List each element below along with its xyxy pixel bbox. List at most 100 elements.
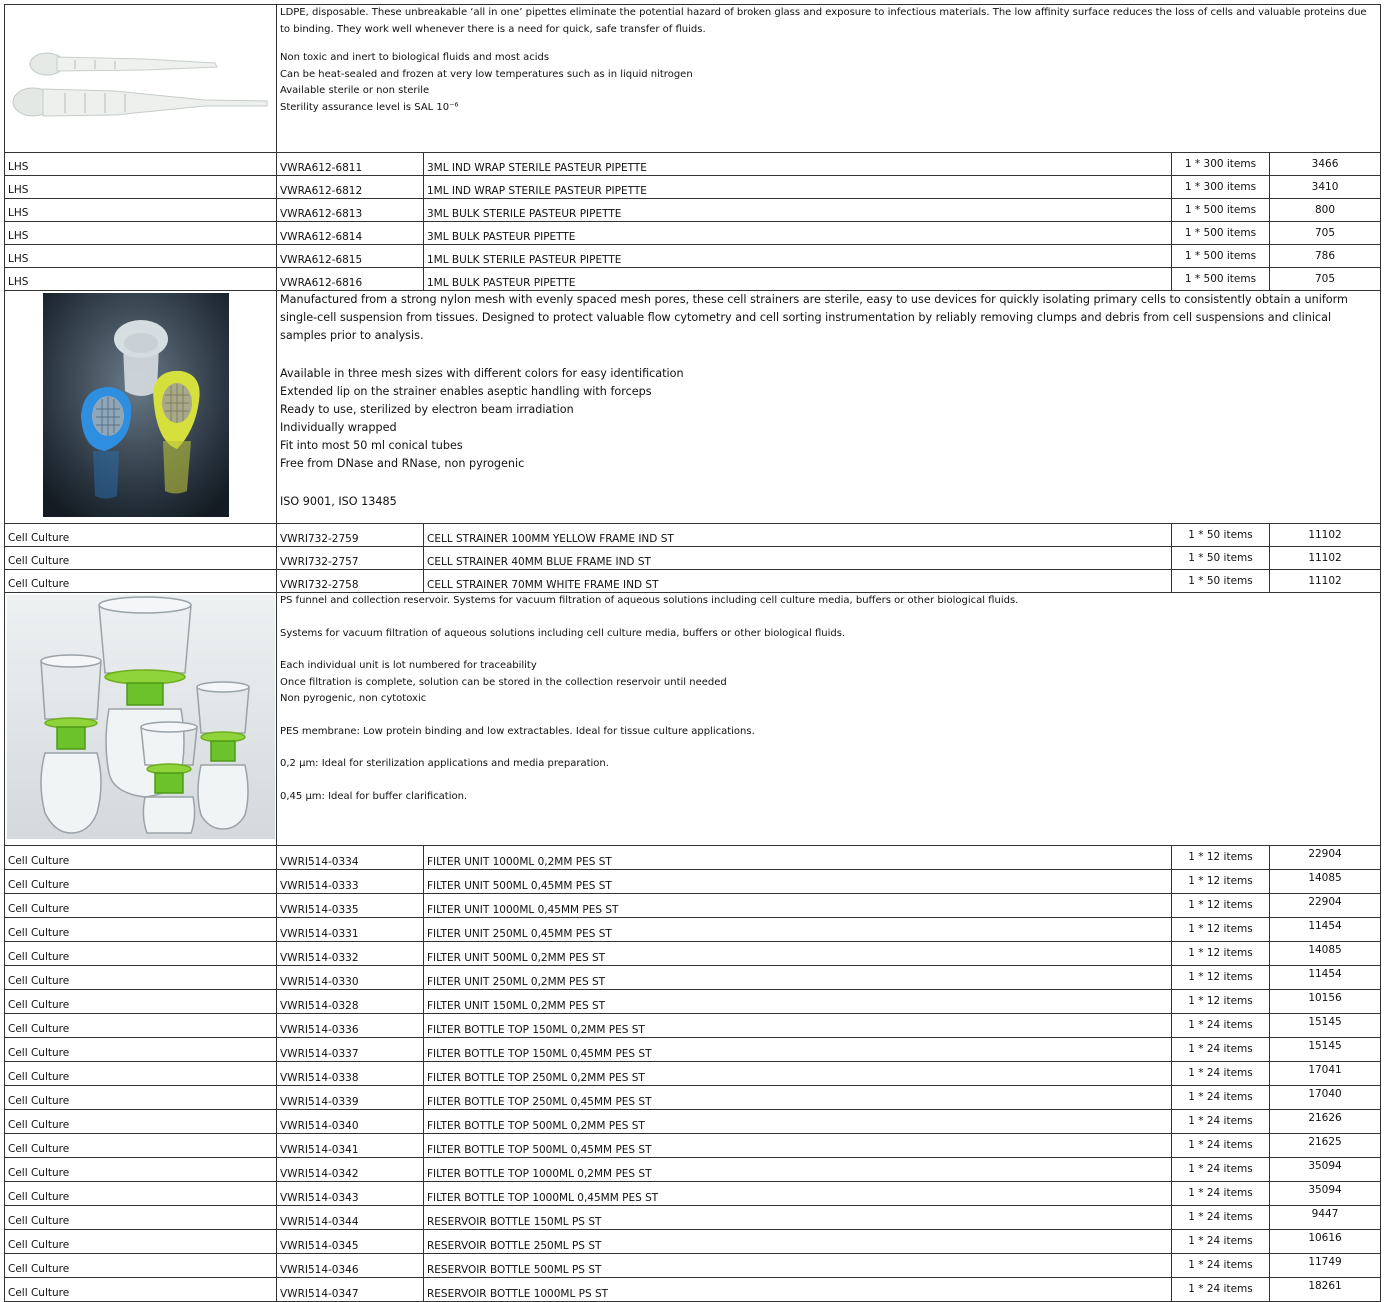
product-name-cell: RESERVOIR BOTTLE 250ML PS ST xyxy=(423,1229,1172,1254)
category-cell: Cell Culture xyxy=(4,869,277,894)
table-row: Cell Culture VWRI514-0345 RESERVOIR BOTTLE… xyxy=(4,1229,1382,1254)
product-table: LDPE, disposable. These unbreakable ‘all… xyxy=(4,4,1382,1302)
table-row: Cell Culture VWRI514-0330 FILTER UNIT 250M… xyxy=(4,965,1382,990)
category-cell: Cell Culture xyxy=(4,1157,277,1182)
price-cell: 35094 xyxy=(1268,1181,1382,1206)
category-cell: Cell Culture xyxy=(4,1253,277,1278)
table-row: Cell Culture VWRI514-0347 RESERVOIR BOTTLE… xyxy=(4,1277,1382,1302)
catalog-number-cell: VWRI514-0332 xyxy=(276,941,424,966)
product-name-cell: FILTER UNIT 500ML 0,45MM PES ST xyxy=(423,869,1172,894)
product-name-cell: FILTER BOTTLE TOP 150ML 0,45MM PES ST xyxy=(423,1037,1172,1062)
price-cell: 17041 xyxy=(1268,1061,1382,1086)
pipette-image-cell xyxy=(4,4,277,153)
table-row: Cell Culture VWRI514-0328 FILTER UNIT 150M… xyxy=(4,989,1382,1014)
table-row: Cell Culture VWRI732-2757 CELL STRAINER 40… xyxy=(4,546,1382,570)
catalog-number-cell: VWRI514-0341 xyxy=(276,1133,424,1158)
category-cell: Cell Culture xyxy=(4,1085,277,1110)
price-cell: 22904 xyxy=(1268,845,1382,870)
pack-size-cell: 1 * 500 items xyxy=(1171,198,1270,222)
pack-size-cell: 1 * 50 items xyxy=(1171,523,1270,547)
category-cell: LHS xyxy=(4,221,277,245)
price-cell: 21626 xyxy=(1268,1109,1382,1134)
product-name-cell: CELL STRAINER 70MM WHITE FRAME IND ST xyxy=(423,569,1172,593)
product-name-cell: FILTER BOTTLE TOP 250ML 0,45MM PES ST xyxy=(423,1085,1172,1110)
table-row: Cell Culture VWRI514-0346 RESERVOIR BOTTLE… xyxy=(4,1253,1382,1278)
pack-size-cell: 1 * 24 items xyxy=(1171,1253,1270,1278)
catalog-number-cell: VWRA612-6813 xyxy=(276,198,424,222)
pack-size-cell: 1 * 12 items xyxy=(1171,845,1270,870)
category-cell: Cell Culture xyxy=(4,1037,277,1062)
price-cell: 11102 xyxy=(1268,546,1382,570)
price-cell: 11454 xyxy=(1268,965,1382,990)
pack-size-cell: 1 * 300 items xyxy=(1171,152,1270,176)
pack-size-cell: 1 * 12 items xyxy=(1171,869,1270,894)
pack-size-cell: 1 * 300 items xyxy=(1171,175,1270,199)
filter-feature: Once filtration is complete, solution ca… xyxy=(280,676,727,688)
category-cell: Cell Culture xyxy=(4,1133,277,1158)
catalog-number-cell: VWRI514-0347 xyxy=(276,1277,424,1302)
category-cell: Cell Culture xyxy=(4,893,277,918)
pack-size-cell: 1 * 24 items xyxy=(1171,1013,1270,1038)
pipette-feature: Available sterile or non sterile xyxy=(280,85,430,96)
category-cell: Cell Culture xyxy=(4,845,277,870)
table-row: LHS VWRA612-6816 1ML BULK PASTEUR PIPETTE 1… xyxy=(4,267,1382,291)
product-name-cell: 1ML IND WRAP STERILE PASTEUR PIPETTE xyxy=(423,175,1172,199)
pipette-desc-intro: LDPE, disposable. These unbreakable ‘all… xyxy=(280,7,1367,35)
price-cell: 22904 xyxy=(1268,893,1382,918)
filter-units-image xyxy=(5,593,276,841)
table-row: Cell Culture VWRI514-0339 FILTER BOTTLE TO… xyxy=(4,1085,1382,1110)
table-row: LHS VWRA612-6813 3ML BULK STERILE PASTEUR … xyxy=(4,198,1382,222)
product-name-cell: FILTER UNIT 250ML 0,2MM PES ST xyxy=(423,965,1172,990)
price-cell: 10616 xyxy=(1268,1229,1382,1254)
pack-size-cell: 1 * 24 items xyxy=(1171,1205,1270,1230)
catalog-number-cell: VWRI514-0342 xyxy=(276,1157,424,1182)
product-name-cell: FILTER BOTTLE TOP 500ML 0,2MM PES ST xyxy=(423,1109,1172,1134)
table-row: LHS VWRA612-6814 3ML BULK PASTEUR PIPETTE 1… xyxy=(4,221,1382,245)
product-name-cell: FILTER UNIT 500ML 0,2MM PES ST xyxy=(423,941,1172,966)
catalog-number-cell: VWRI732-2758 xyxy=(276,569,424,593)
pack-size-cell: 1 * 12 items xyxy=(1171,917,1270,942)
pipette-feature: Non toxic and inert to biological fluids… xyxy=(280,52,550,63)
category-cell: Cell Culture xyxy=(4,1181,277,1206)
price-cell: 21625 xyxy=(1268,1133,1382,1158)
price-cell: 35094 xyxy=(1268,1157,1382,1182)
filter-desc-p3: PES membrane: Low protein binding and lo… xyxy=(280,725,755,737)
table-row: Cell Culture VWRI514-0338 FILTER BOTTLE TO… xyxy=(4,1061,1382,1086)
pack-size-cell: 1 * 500 items xyxy=(1171,221,1270,245)
pack-size-cell: 1 * 50 items xyxy=(1171,569,1270,593)
catalog-number-cell: VWRA612-6816 xyxy=(276,267,424,291)
catalog-number-cell: VWRA612-6811 xyxy=(276,152,424,176)
product-name-cell: 3ML BULK PASTEUR PIPETTE xyxy=(423,221,1172,245)
catalog-number-cell: VWRA612-6814 xyxy=(276,221,424,245)
product-name-cell: FILTER BOTTLE TOP 1000ML 0,2MM PES ST xyxy=(423,1157,1172,1182)
filter-desc-p4: 0,2 µm: Ideal for sterilization applicat… xyxy=(280,758,609,769)
catalog-number-cell: VWRI514-0337 xyxy=(276,1037,424,1062)
catalog-number-cell: VWRI514-0339 xyxy=(276,1085,424,1110)
pipette-description-row: LDPE, disposable. These unbreakable ‘all… xyxy=(4,4,1382,153)
catalog-number-cell: VWRI514-0334 xyxy=(276,845,424,870)
category-cell: Cell Culture xyxy=(4,941,277,966)
pipette-feature: Sterility assurance level is SAL 10⁻⁶ xyxy=(280,101,459,113)
product-name-cell: FILTER UNIT 1000ML 0,45MM PES ST xyxy=(423,893,1172,918)
pack-size-cell: 1 * 24 items xyxy=(1171,1277,1270,1302)
strainer-image-cell xyxy=(4,290,277,524)
product-name-cell: CELL STRAINER 40MM BLUE FRAME IND ST xyxy=(423,546,1172,570)
strainer-description: Manufactured from a strong nylon mesh wi… xyxy=(275,290,1382,524)
catalog-number-cell: VWRI514-0331 xyxy=(276,917,424,942)
pack-size-cell: 1 * 12 items xyxy=(1171,989,1270,1014)
pasteur-pipettes-image xyxy=(5,5,276,148)
catalog-number-cell: VWRI514-0336 xyxy=(276,1013,424,1038)
product-name-cell: CELL STRAINER 100MM YELLOW FRAME IND ST xyxy=(423,523,1172,547)
price-cell: 3466 xyxy=(1268,152,1382,176)
catalog-number-cell: VWRI514-0346 xyxy=(276,1253,424,1278)
catalog-number-cell: VWRI514-0338 xyxy=(276,1061,424,1086)
cell-strainers-image xyxy=(5,291,276,519)
category-cell: Cell Culture xyxy=(4,1109,277,1134)
category-cell: Cell Culture xyxy=(4,523,277,547)
table-row: Cell Culture VWRI514-0335 FILTER UNIT 1000… xyxy=(4,893,1382,918)
price-cell: 17040 xyxy=(1268,1085,1382,1110)
price-cell: 11454 xyxy=(1268,917,1382,942)
product-name-cell: RESERVOIR BOTTLE 150ML PS ST xyxy=(423,1205,1172,1230)
catalog-number-cell: VWRI514-0343 xyxy=(276,1181,424,1206)
pack-size-cell: 1 * 24 items xyxy=(1171,1157,1270,1182)
